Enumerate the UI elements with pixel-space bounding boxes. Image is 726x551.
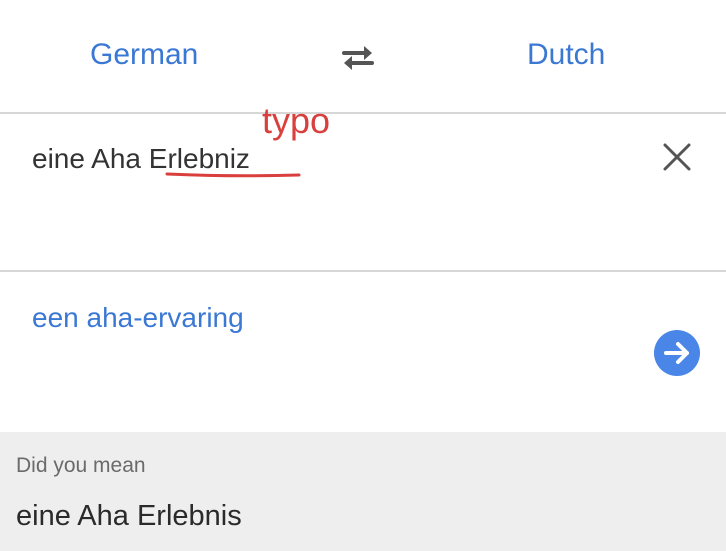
did-you-mean-panel: Did you mean eine Aha Erlebnis xyxy=(0,432,726,551)
language-bar: German Dutch xyxy=(0,0,726,112)
suggested-correction[interactable]: eine Aha Erlebnis xyxy=(16,500,242,533)
source-language-button[interactable]: German xyxy=(90,38,198,72)
did-you-mean-label: Did you mean xyxy=(16,454,146,477)
close-icon[interactable] xyxy=(660,140,694,174)
arrow-right-icon xyxy=(664,342,689,364)
typo-underline xyxy=(165,172,301,178)
swap-arrows-icon[interactable] xyxy=(338,40,378,72)
divider xyxy=(0,112,726,114)
target-language-button[interactable]: Dutch xyxy=(527,38,605,72)
translation-result: een aha-ervaring xyxy=(32,302,244,333)
divider xyxy=(0,270,726,272)
typo-annotation: typo xyxy=(262,100,331,141)
go-button[interactable] xyxy=(654,330,700,376)
